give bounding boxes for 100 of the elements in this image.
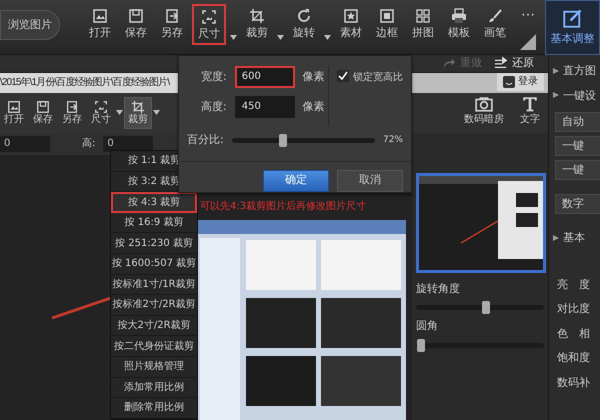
percent-reading: 72% (382, 134, 403, 146)
height-label: 高: (82, 136, 96, 151)
checkbox-label: 锁定宽高比 (353, 70, 403, 85)
adjust-label: 色 相 (557, 326, 591, 342)
toolbar-button[interactable]: 另存 (156, 4, 188, 44)
crop-icon (131, 100, 145, 114)
menu-item[interactable]: 按标准1寸/1R裁剪 (111, 274, 197, 296)
toolbar-button[interactable]: 打开 (0, 96, 28, 128)
save-icon (128, 8, 144, 24)
width-field[interactable]: 0 (0, 136, 50, 152)
section-header[interactable]: 直方图 (549, 59, 600, 84)
crop-icon (249, 8, 265, 24)
caret-icon[interactable] (230, 34, 237, 40)
number-field[interactable]: 600 (234, 66, 295, 88)
export-icon (164, 8, 180, 24)
menu-item[interactable]: 按 251:230 裁剪 (111, 233, 197, 254)
menu-item[interactable]: 按 4:3 裁剪 (111, 192, 197, 213)
toolbar-button[interactable]: 画笔 (479, 4, 511, 44)
resize-icon (201, 9, 217, 25)
edit-icon (562, 8, 582, 28)
brush-icon (487, 8, 503, 24)
tab[interactable]: 文字 (512, 92, 548, 132)
toolbar-button[interactable]: 模板 (443, 4, 475, 44)
expand-icon[interactable] (553, 234, 559, 241)
toolbar-button[interactable]: 拼图 (407, 4, 439, 44)
file-path: \2015年\1月份\百度经验图片\百度经验图片\ (0, 76, 170, 90)
caret-icon[interactable] (116, 110, 123, 115)
toolbar-button[interactable]: ⋯ (515, 4, 541, 54)
checkbox[interactable] (337, 70, 349, 82)
ok-button[interactable]: 确定 (263, 170, 329, 192)
unit-label: 像素 (302, 68, 325, 85)
annotation-text: 可以先4:3裁剪图片后再修改图片尺寸 (200, 200, 368, 214)
side-tab[interactable]: 基本调整 (545, 0, 600, 55)
resize-icon (94, 100, 108, 114)
adjust-label: 饱和度 (557, 350, 591, 366)
number-field[interactable]: 450 (234, 96, 295, 118)
restore-button[interactable]: 还原 (488, 55, 540, 72)
field-label: 宽度: (201, 68, 227, 85)
menu-item[interactable]: 按 1600:507 裁剪 (111, 254, 197, 275)
text-icon (521, 94, 539, 112)
section-header[interactable]: 一键设 (549, 84, 600, 108)
section-title: 基本 (563, 231, 585, 244)
toolbar-button[interactable]: 裁剪 (241, 4, 273, 44)
adjust-label: 数码补 (557, 374, 591, 390)
toolbar-button[interactable]: 打开 (84, 4, 116, 44)
login-button[interactable]: 登录 (497, 72, 544, 90)
caret-icon[interactable] (324, 34, 331, 40)
slider-thumb[interactable] (417, 338, 426, 352)
tab[interactable]: 数码暗房 (456, 92, 512, 132)
restore-icon (494, 56, 508, 70)
caret-icon[interactable] (153, 110, 160, 115)
preset-button[interactable]: 一键 (555, 160, 600, 180)
field-label: 高度: (201, 98, 227, 115)
cancel-button[interactable]: 取消 (337, 170, 403, 192)
export-icon (65, 100, 79, 114)
expand-icon[interactable] (553, 92, 559, 98)
redo-icon (442, 56, 456, 70)
slider-thumb[interactable] (482, 301, 490, 314)
adjust-label: 亮 度 (557, 276, 591, 292)
menu-item[interactable]: 按标准2寸/2R裁剪 (111, 295, 197, 316)
menu-item[interactable]: 按二代身份证裁剪 (111, 336, 197, 357)
slider-thumb[interactable] (279, 134, 288, 147)
section-title: 一键设 (563, 88, 596, 102)
adjust-label: 对比度 (557, 301, 591, 317)
height-field[interactable]: 0 (103, 136, 154, 152)
grid-icon (415, 8, 431, 24)
preset-button[interactable]: 数字 (555, 194, 600, 214)
browse-button[interactable]: 浏览图片 (0, 10, 60, 40)
preset-button[interactable]: 自动 (555, 112, 600, 132)
slider-label: 圆角 (416, 318, 439, 334)
field-label: 百分比: (187, 132, 224, 148)
toolbar-button[interactable]: 尺寸 (87, 96, 115, 128)
preset-button[interactable]: 一键 (555, 136, 600, 156)
toolbar-button[interactable]: 尺寸 (192, 4, 226, 46)
toolbar-button[interactable]: 素材 (335, 4, 367, 44)
unit-label: 像素 (302, 98, 325, 115)
toolbar-button[interactable]: 边框 (371, 4, 403, 44)
toolbar-button[interactable]: 保存 (120, 4, 152, 44)
section-header[interactable]: 基本 (549, 226, 600, 250)
frame-icon (379, 8, 395, 24)
menu-item[interactable]: 按 16:9 裁剪 (111, 212, 197, 234)
menu-item[interactable]: 删除常用比例 (111, 398, 197, 419)
corner-icon (520, 34, 536, 50)
image-icon (7, 100, 21, 114)
toolbar-button[interactable]: 另存 (58, 96, 86, 128)
rotate-icon (296, 8, 312, 24)
toolbar-button[interactable]: 旋转 (288, 4, 320, 44)
section-title: 直方图 (563, 64, 596, 77)
caret-icon[interactable] (277, 34, 284, 40)
save-icon (36, 100, 50, 114)
menu-item[interactable]: 照片规格管理 (111, 356, 197, 378)
smile-icon (503, 76, 515, 88)
menu-item[interactable]: 添加常用比例 (111, 378, 197, 398)
camera-icon (475, 94, 493, 112)
slider-label: 旋转角度 (416, 280, 461, 296)
printer-icon (451, 8, 467, 24)
menu-item[interactable]: 按大2寸/2R裁剪 (111, 316, 197, 336)
toolbar-button[interactable]: 保存 (29, 96, 57, 128)
toolbar-button[interactable]: 裁剪 (124, 96, 152, 128)
expand-icon[interactable] (553, 68, 559, 74)
